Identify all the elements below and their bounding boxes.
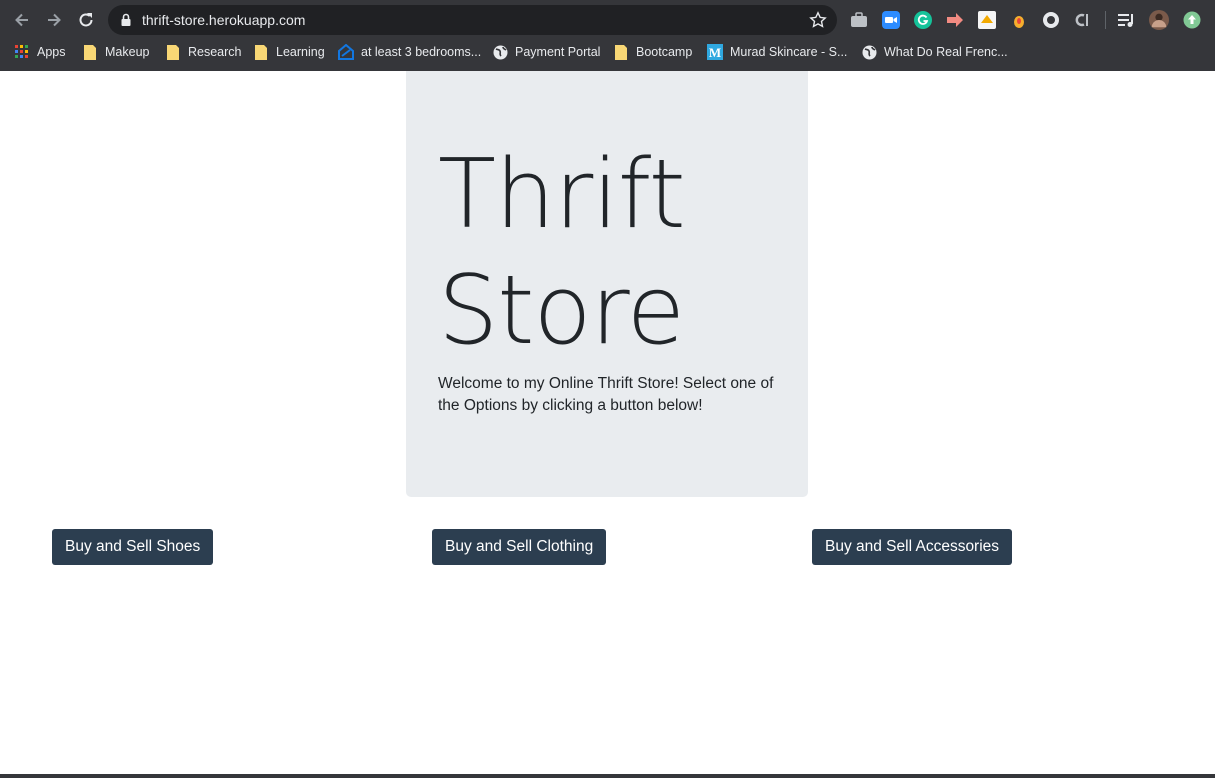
hero-jumbotron: Thrift Store Welcome to my Online Thrift… (406, 71, 808, 497)
globe-icon (492, 44, 508, 60)
globe-icon (861, 44, 877, 60)
profile-avatar[interactable] (1149, 10, 1169, 30)
address-bar[interactable]: thrift-store.herokuapp.com (108, 5, 837, 35)
window-bottom-border (0, 774, 1215, 778)
buy-sell-clothing-button[interactable]: Buy and Sell Clothing (432, 529, 607, 565)
browser-chrome: thrift-store.herokuapp.com Apps Makeup R… (0, 0, 1215, 71)
bookmark-apps[interactable]: Apps (14, 43, 66, 61)
folder-icon (82, 44, 98, 60)
toolbar-separator (1105, 11, 1106, 29)
folder-icon (165, 44, 181, 60)
murad-icon: M (707, 44, 723, 60)
bookmark-payment-portal[interactable]: Payment Portal (492, 43, 600, 61)
welcome-text: Welcome to my Online Thrift Store! Selec… (438, 375, 774, 414)
bookmark-research[interactable]: Research (165, 43, 242, 61)
zoom-extension-icon[interactable] (881, 10, 901, 30)
bookmark-makeup[interactable]: Makeup (82, 43, 149, 61)
url-text: thrift-store.herokuapp.com (142, 12, 306, 28)
reload-button[interactable] (74, 8, 98, 32)
browser-toolbar: thrift-store.herokuapp.com (0, 0, 1215, 40)
svg-text:M: M (709, 45, 721, 60)
arrow-extension-icon[interactable] (945, 10, 965, 30)
bookmark-real-french[interactable]: What Do Real Frenc... (861, 43, 1008, 61)
lock-icon (121, 13, 131, 26)
buy-sell-accessories-button[interactable]: Buy and Sell Accessories (812, 529, 1013, 565)
page-content: Thrift Store Welcome to my Online Thrift… (0, 71, 1215, 774)
apps-grid-icon (14, 44, 30, 60)
bookmark-bedrooms[interactable]: at least 3 bedrooms... (338, 43, 481, 61)
c-extension-icon[interactable] (1073, 10, 1093, 30)
bookmark-bootcamp[interactable]: Bootcamp (613, 43, 692, 61)
bookmarks-bar: Apps Makeup Research Learning at least 3… (0, 40, 1215, 64)
briefcase-extension-icon[interactable] (849, 10, 869, 30)
star-icon[interactable] (809, 11, 827, 29)
bookmark-murad-skincare[interactable]: M Murad Skincare - S... (707, 43, 847, 61)
forward-button[interactable] (42, 8, 66, 32)
back-button[interactable] (10, 8, 34, 32)
honey-extension-icon[interactable] (977, 10, 997, 30)
reload-icon (79, 13, 93, 27)
update-icon[interactable] (1182, 10, 1202, 30)
media-queue-icon[interactable] (1117, 10, 1137, 30)
grammarly-extension-icon[interactable] (913, 10, 933, 30)
arrow-right-icon (48, 13, 61, 27)
orange-extension-icon[interactable] (1009, 10, 1029, 30)
zillow-icon (338, 44, 354, 60)
arrow-left-icon (15, 13, 28, 27)
folder-icon (613, 44, 629, 60)
page-title: Thrift Store (438, 140, 686, 366)
buy-sell-shoes-button[interactable]: Buy and Sell Shoes (52, 529, 214, 565)
circle-extension-icon[interactable] (1041, 10, 1061, 30)
folder-icon (253, 44, 269, 60)
bookmark-learning[interactable]: Learning (253, 43, 325, 61)
